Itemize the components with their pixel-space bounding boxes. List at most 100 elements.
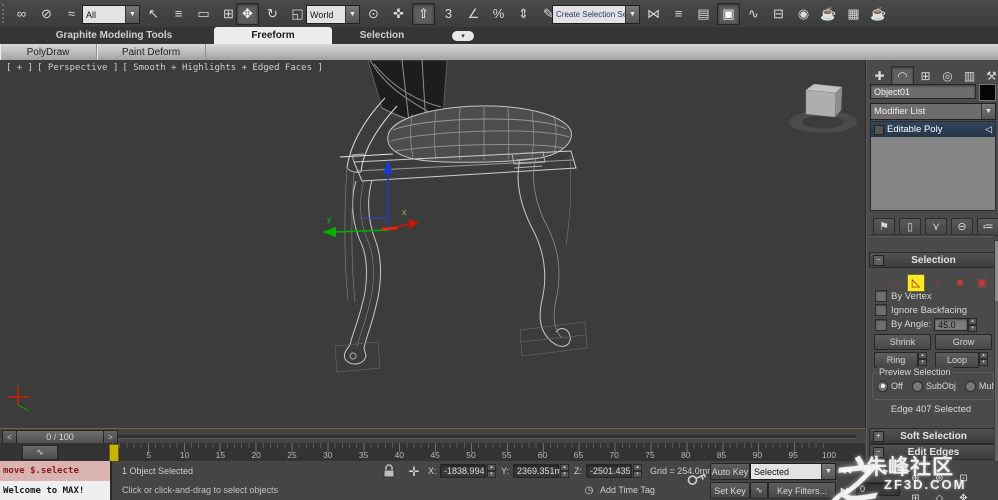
y-spinner[interactable]: ▴▾ — [560, 464, 569, 478]
selection-filter-dropdown[interactable]: All ▼ — [82, 5, 140, 24]
chair-front-leg[interactable] — [335, 180, 381, 372]
previous-frame-button[interactable]: ◀▮ — [857, 460, 875, 482]
panel-scrollbar[interactable] — [994, 240, 998, 462]
z-coordinate-field[interactable]: -2501.435 — [586, 464, 632, 478]
select-and-manipulate-icon[interactable]: ✜ — [387, 3, 410, 25]
chair-rear-leg[interactable] — [345, 168, 355, 302]
curve-editor-icon[interactable]: ∿ — [742, 3, 765, 25]
panel-polydraw[interactable]: PolyDraw — [0, 44, 97, 60]
selection-lock-icon[interactable] — [382, 464, 398, 478]
remove-modifier-icon[interactable]: ⊖ — [951, 218, 973, 236]
time-slider-handle[interactable]: 0 / 100 — [16, 430, 104, 444]
loop-button[interactable]: Loop — [935, 352, 979, 368]
viewport-menu-general[interactable]: [ + ] — [6, 63, 33, 73]
absolute-mode-toggle-icon[interactable]: ✛ — [404, 463, 424, 481]
polygon-subobject-icon[interactable]: ■ — [951, 274, 969, 292]
use-pivot-point-center-icon[interactable]: ⊙ — [362, 3, 385, 25]
time-step-back-button[interactable]: < — [2, 430, 17, 444]
edge-subobject-icon[interactable]: ◺ — [907, 274, 925, 292]
auto-key-button[interactable]: Auto Key — [710, 463, 750, 480]
pin-stack-icon[interactable]: ⚑ — [873, 218, 895, 236]
ring-spinner[interactable]: ▴▾ — [918, 352, 927, 366]
tab-graphite-modeling-tools[interactable]: Graphite Modeling Tools — [14, 27, 214, 44]
zoom-all-icon[interactable]: ⊛ — [928, 469, 951, 488]
configure-modifier-sets-icon[interactable]: ≔ — [977, 218, 998, 236]
rollout-edit-edges-header[interactable]: − Edit Edges — [869, 444, 995, 460]
current-frame-marker[interactable] — [109, 444, 119, 462]
modify-tab-icon[interactable]: ◠ — [891, 66, 914, 85]
maxscript-macro-line[interactable]: move $.selecte — [0, 461, 112, 481]
pan-icon[interactable]: ✥ — [952, 489, 975, 500]
rollout-soft-selection-header[interactable]: + Soft Selection — [869, 428, 995, 444]
key-filters-button[interactable]: Key Filters... — [768, 482, 836, 499]
by-angle-field[interactable]: 45.0 — [934, 318, 968, 331]
percent-snap-icon[interactable]: % — [487, 3, 510, 25]
schematic-view-icon[interactable]: ⊟ — [767, 3, 790, 25]
vertex-subobject-icon[interactable]: ∴ — [885, 274, 903, 292]
spinner-snap-icon[interactable]: ⇕ — [512, 3, 535, 25]
select-by-name-icon[interactable]: ≡ — [167, 3, 190, 25]
render-production-icon[interactable]: ☕ — [867, 3, 890, 25]
select-and-rotate-icon[interactable]: ↻ — [261, 3, 284, 25]
align-icon[interactable]: ≡ — [667, 3, 690, 25]
rectangular-selection-region-icon[interactable]: ▭ — [192, 3, 215, 25]
zoom-extents-icon[interactable]: ⊡ — [952, 469, 975, 488]
x-coordinate-field[interactable]: -1838.994 — [440, 464, 486, 478]
checkbox-icon[interactable] — [875, 319, 887, 331]
toolbar-drag-handle[interactable] — [2, 4, 9, 23]
stack-item-editable-poly[interactable]: Editable Poly ◁ — [871, 122, 995, 137]
make-unique-icon[interactable]: ⋎ — [925, 218, 947, 236]
create-tab-icon[interactable]: ✚ — [869, 67, 890, 84]
utilities-tab-icon[interactable]: ⚒ — [981, 67, 998, 84]
by-vertex-row[interactable]: By Vertex — [875, 290, 932, 302]
keyboard-shortcut-override-icon[interactable]: ⇧ — [412, 3, 435, 25]
time-step-forward-button[interactable]: > — [103, 430, 118, 444]
zoom-icon[interactable]: ⊕ — [904, 469, 927, 488]
angle-snap-icon[interactable]: ∠ — [462, 3, 485, 25]
y-coordinate-field[interactable]: 2369.351m — [513, 464, 559, 478]
render-setup-icon[interactable]: ☕ — [817, 3, 840, 25]
select-object-icon[interactable]: ↖ — [142, 3, 165, 25]
go-to-end-button[interactable]: ▶▶ — [837, 481, 855, 498]
checkbox-icon[interactable] — [875, 304, 887, 316]
named-selection-set-dropdown[interactable]: Create Selection Se ▼ — [552, 5, 640, 24]
x-spinner[interactable]: ▴▾ — [487, 464, 496, 478]
by-angle-spinner[interactable]: ▴▾ — [968, 318, 977, 331]
maxscript-welcome-line[interactable]: Welcome to MAX! — [0, 481, 112, 500]
go-to-start-button[interactable]: ◀◀ — [837, 460, 855, 482]
tab-freeform[interactable]: Freeform — [214, 27, 332, 44]
z-spinner[interactable]: ▴▾ — [633, 464, 642, 478]
unlink-selection-icon[interactable]: ⊘ — [35, 3, 58, 25]
set-key-mode-icon[interactable] — [686, 465, 708, 495]
ribbon-minimize-icon[interactable]: ▾ — [452, 31, 474, 41]
checkbox-icon[interactable] — [875, 290, 887, 302]
panel-paint-deform[interactable]: Paint Deform — [97, 44, 206, 60]
viewcube[interactable] — [789, 84, 857, 133]
ignore-backfacing-row[interactable]: Ignore Backfacing — [875, 304, 967, 316]
snap-toggle-3d-icon[interactable]: 3 — [437, 3, 460, 25]
loop-spinner[interactable]: ▴▾ — [979, 352, 988, 366]
hierarchy-tab-icon[interactable]: ⊞ — [915, 67, 936, 84]
modifier-list-dropdown[interactable]: Modifier List ▼ — [870, 103, 996, 120]
rendered-frame-window-icon[interactable]: ▦ — [842, 3, 865, 25]
bind-to-space-warp-icon[interactable]: ≈ — [60, 3, 83, 25]
rollout-selection-header[interactable]: − Selection — [869, 252, 995, 268]
new-key-default-in-tangent-icon[interactable]: ∿ — [750, 482, 768, 499]
time-slider-groove[interactable] — [118, 435, 856, 439]
border-subobject-icon[interactable]: ○ — [929, 274, 947, 292]
play-button[interactable]: ▶ — [877, 460, 895, 482]
material-editor-icon[interactable]: ◉ — [792, 3, 815, 25]
by-angle-row[interactable]: By Angle: 45.0 ▴▾ — [875, 318, 977, 331]
zoom-extents-all-icon[interactable]: ⊞ — [904, 489, 927, 500]
mirror-icon[interactable]: ⋈ — [642, 3, 665, 25]
current-frame-field[interactable]: 0 — [856, 482, 900, 496]
chair-right-leg[interactable] — [514, 155, 587, 356]
add-time-tag-text[interactable]: Add Time Tag — [600, 485, 655, 495]
motion-tab-icon[interactable]: ◎ — [937, 67, 958, 84]
select-and-link-icon[interactable]: ∞ — [10, 3, 33, 25]
shrink-button[interactable]: Shrink — [874, 334, 931, 350]
modifier-onoff-icon[interactable] — [874, 125, 884, 135]
select-and-move-icon[interactable]: ✥ — [236, 3, 259, 25]
display-tab-icon[interactable]: ▥ — [959, 67, 980, 84]
tab-selection[interactable]: Selection — [332, 27, 432, 44]
